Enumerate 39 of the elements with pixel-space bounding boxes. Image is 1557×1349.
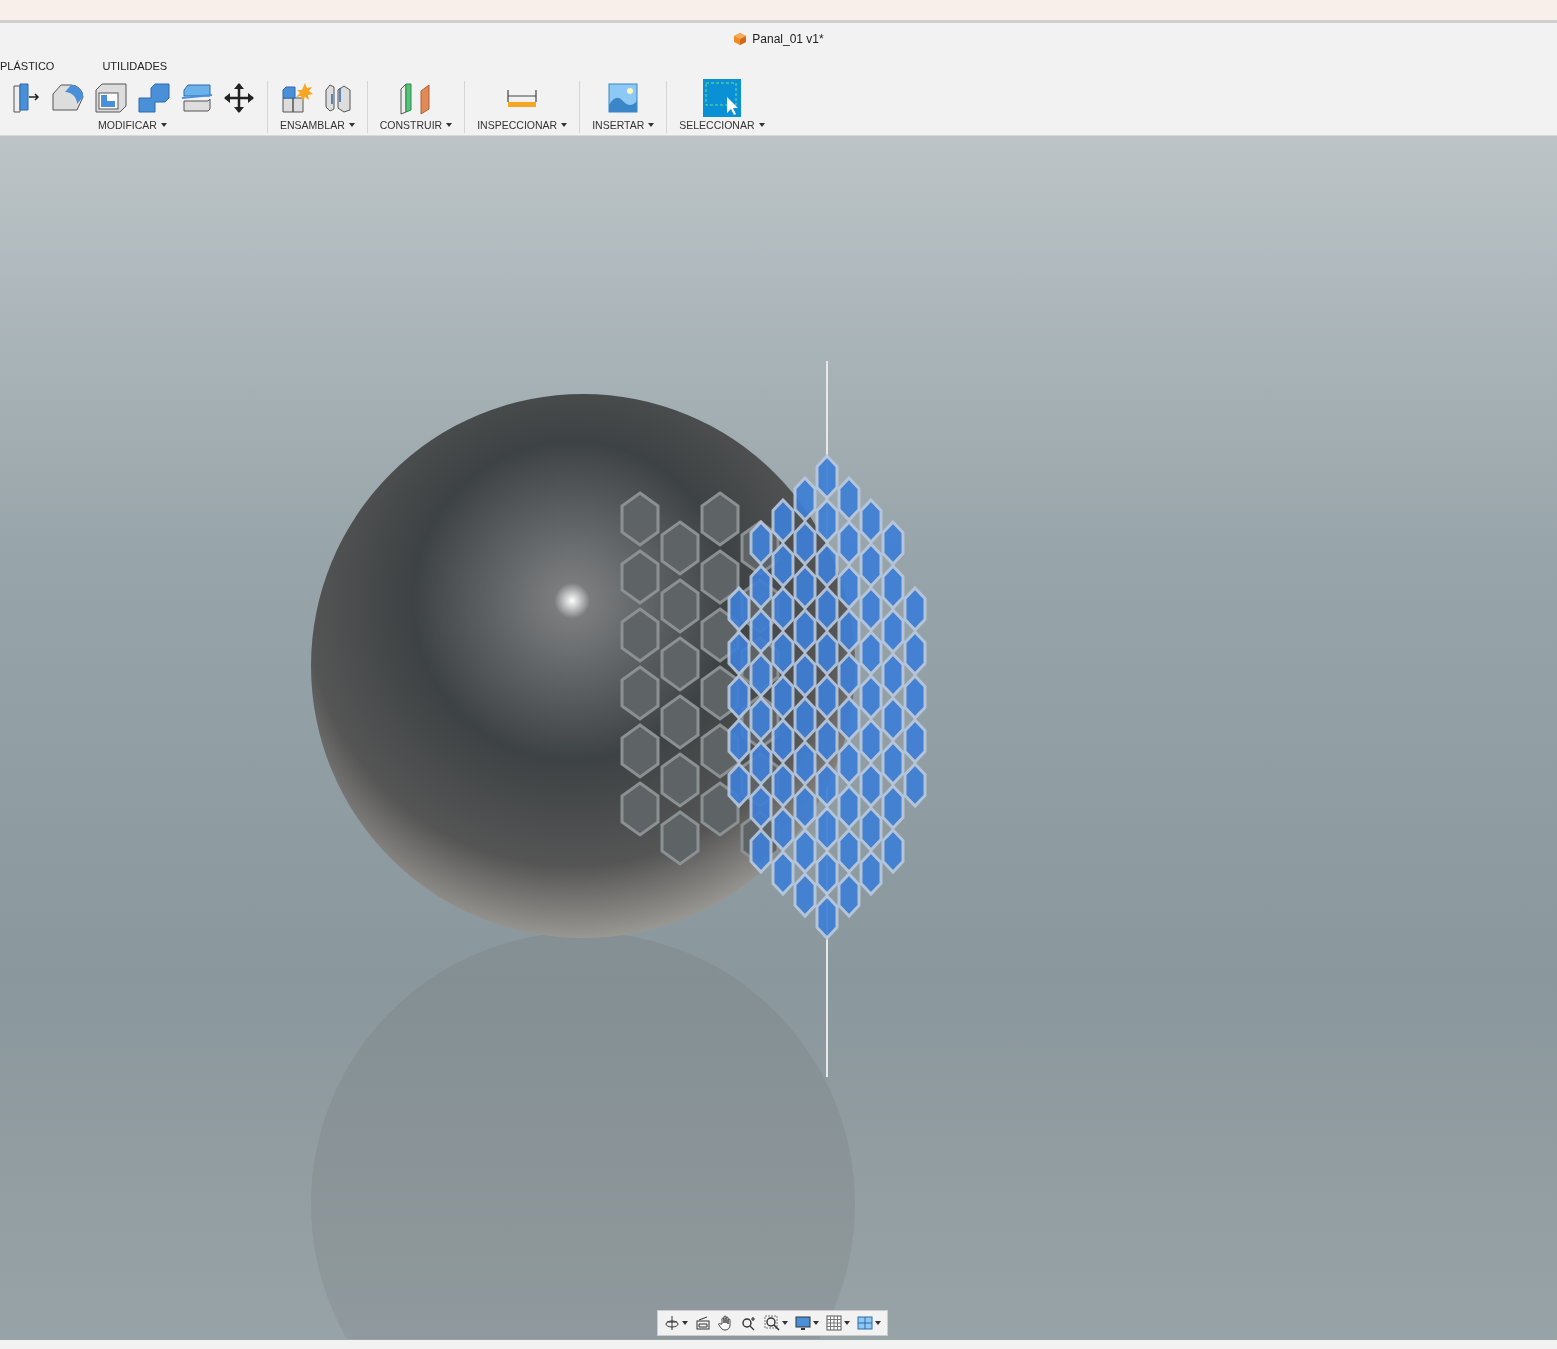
orbit-icon[interactable]: [664, 1315, 680, 1331]
caret-icon[interactable]: [844, 1321, 850, 1325]
move-icon[interactable]: [223, 82, 255, 114]
caret-icon[interactable]: [446, 123, 453, 127]
offset-plane-icon[interactable]: [399, 81, 433, 115]
toolbar-tab[interactable]: UTILIDADES: [102, 60, 168, 72]
zoom-icon[interactable]: [741, 1315, 757, 1331]
toolbar-group-menu[interactable]: MODIFICAR: [98, 119, 167, 131]
caret-icon[interactable]: [758, 123, 765, 127]
caret-icon[interactable]: [561, 123, 568, 127]
look-at-icon[interactable]: [695, 1315, 711, 1331]
toolbar-group-menu[interactable]: CONSTRUIR: [379, 119, 453, 131]
caret-icon[interactable]: [782, 1321, 788, 1325]
press-pull-icon[interactable]: [10, 82, 42, 114]
cube-icon: [733, 32, 748, 46]
toolbar-tab[interactable]: PLÁSTICO: [0, 60, 55, 72]
caret-icon[interactable]: [648, 123, 655, 127]
caret-icon[interactable]: [348, 123, 355, 127]
hand-icon[interactable]: [718, 1315, 734, 1331]
select-icon[interactable]: [702, 79, 741, 117]
monitor-icon[interactable]: [795, 1315, 811, 1331]
toolbar-group-menu[interactable]: INSPECCIONAR: [477, 119, 568, 131]
grid-icon[interactable]: [826, 1315, 842, 1331]
window-title: Panal_01 v1*: [752, 32, 824, 46]
toolbar-group-menu[interactable]: INSERTAR: [592, 119, 655, 131]
toolbar-group-menu[interactable]: SELECCIONAR: [679, 119, 765, 131]
new-component-icon[interactable]: [280, 82, 313, 114]
fillet-icon[interactable]: [51, 82, 85, 114]
caret-icon[interactable]: [875, 1321, 881, 1325]
combine-icon[interactable]: [137, 82, 171, 114]
caret-icon[interactable]: [682, 1321, 688, 1325]
zoom-window-icon[interactable]: [764, 1315, 780, 1331]
caret-icon[interactable]: [813, 1321, 819, 1325]
toolbar-group-menu[interactable]: ENSAMBLAR: [280, 119, 355, 131]
caret-icon[interactable]: [160, 123, 167, 127]
shell-icon[interactable]: [94, 82, 128, 114]
split-body-icon[interactable]: [180, 82, 214, 114]
image-icon[interactable]: [608, 83, 639, 113]
viewports-icon[interactable]: [857, 1315, 873, 1331]
